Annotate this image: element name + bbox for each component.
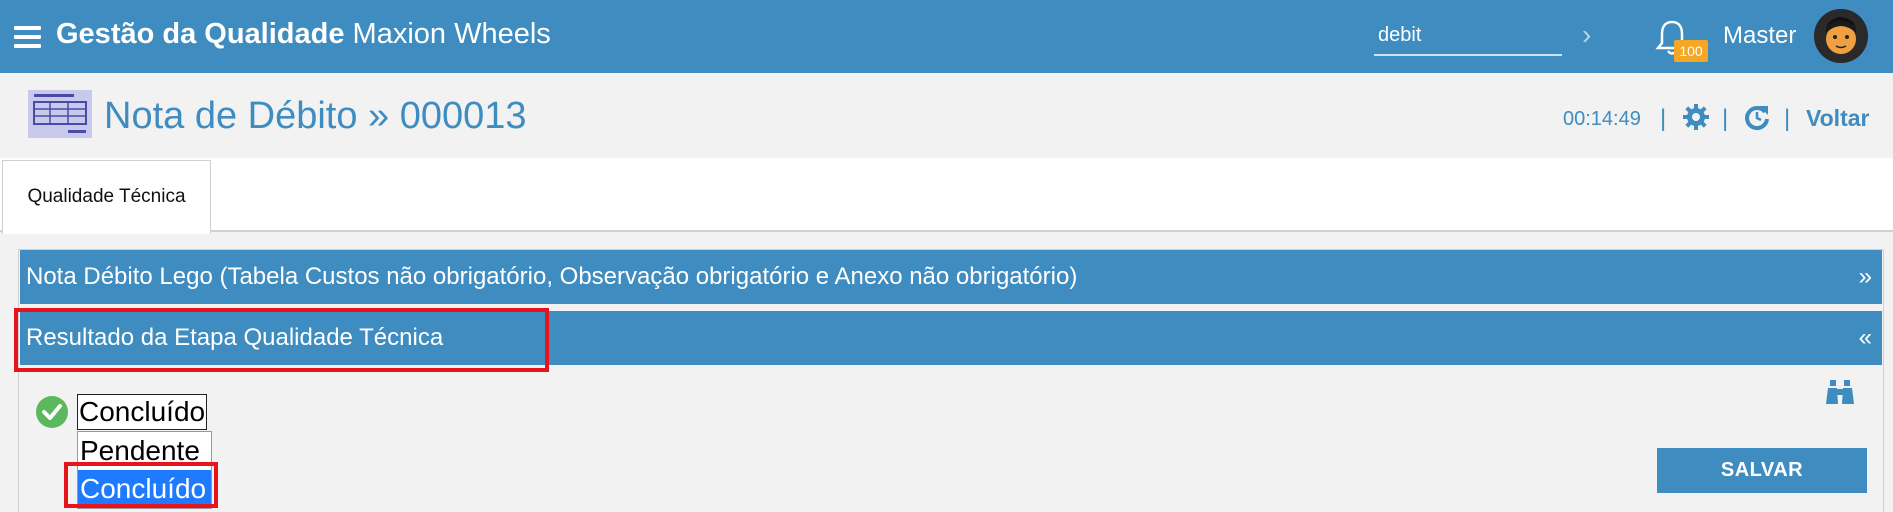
gear-icon[interactable] — [1682, 103, 1710, 131]
highlight-box — [64, 462, 218, 508]
app-title-rest: Maxion Wheels — [352, 18, 551, 50]
panel-title: Nota Débito Lego (Tabela Custos não obri… — [26, 263, 1078, 290]
session-timer: 00:14:49 — [1563, 108, 1641, 130]
notification-badge: 100 — [1674, 40, 1708, 62]
page-title: Nota de Débito » 000013 — [104, 95, 527, 137]
menu-icon[interactable] — [14, 26, 41, 48]
check-circle-icon — [36, 396, 68, 428]
highlight-box — [14, 308, 549, 372]
binoculars-icon[interactable] — [1826, 380, 1854, 404]
page-header: Nota de Débito » 000013 00:14:49 | | | V… — [0, 73, 1893, 158]
expand-icon[interactable]: » — [1859, 250, 1872, 304]
separator: | — [1784, 105, 1791, 132]
tab-qualidade-tecnica[interactable]: Qualidade Técnica — [2, 160, 211, 234]
separator: | — [1660, 105, 1667, 132]
back-link[interactable]: Voltar — [1806, 105, 1869, 132]
status-select[interactable]: Concluído — [77, 394, 207, 430]
avatar[interactable] — [1814, 9, 1868, 63]
top-bar: Gestão da Qualidade Maxion Wheels › 100 … — [0, 0, 1893, 73]
separator: | — [1722, 105, 1729, 132]
tab-strip: Qualidade Técnica — [0, 158, 1893, 234]
refresh-icon[interactable] — [1743, 103, 1771, 131]
app-title: Gestão da Qualidade Maxion Wheels — [56, 18, 551, 51]
app-title-bold: Gestão da Qualidade — [56, 18, 345, 50]
save-button[interactable]: SALVAR — [1657, 448, 1867, 493]
panel-nota-debito[interactable]: Nota Débito Lego (Tabela Custos não obri… — [20, 250, 1882, 304]
user-name[interactable]: Master — [1723, 22, 1796, 50]
collapse-icon[interactable]: « — [1859, 311, 1872, 365]
search-input[interactable] — [1374, 16, 1562, 56]
document-table-icon — [28, 90, 92, 138]
chevron-right-icon[interactable]: › — [1582, 21, 1604, 49]
